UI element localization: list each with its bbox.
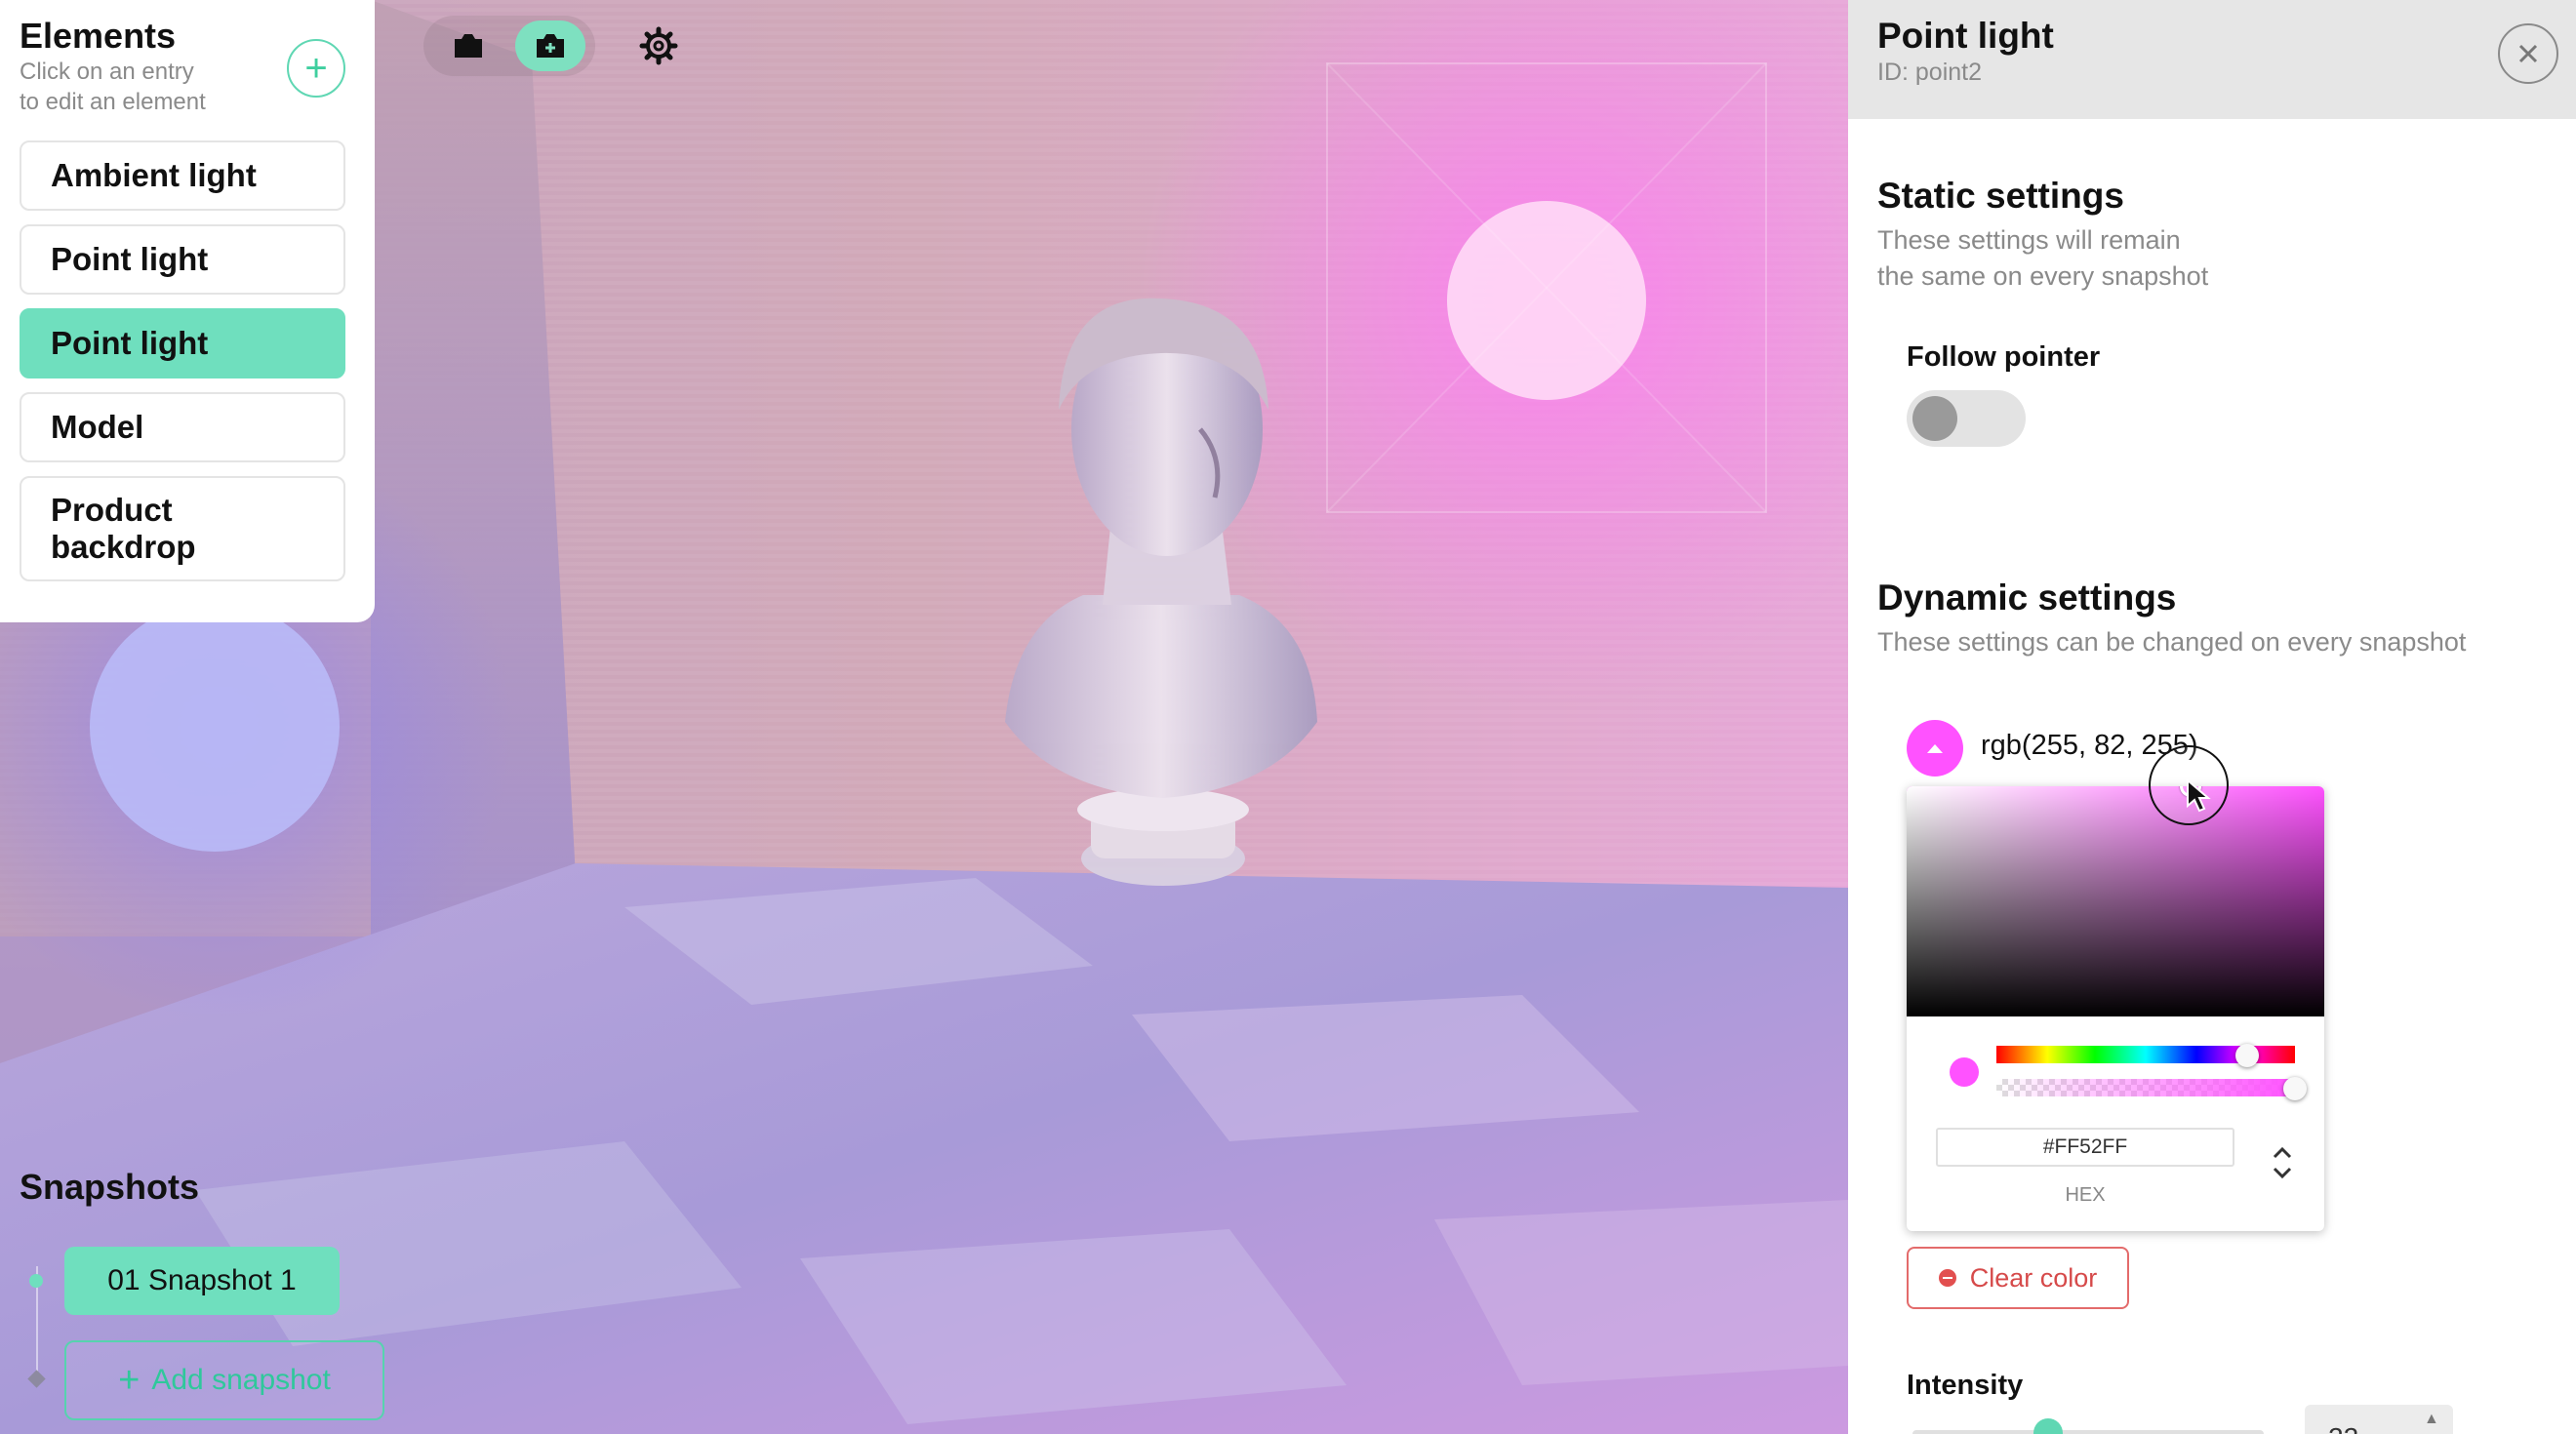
detail-title: Point light (1877, 16, 2054, 56)
color-preview (1950, 1057, 1979, 1087)
camera-button[interactable] (433, 20, 503, 71)
3d-viewport[interactable]: Elements Click on an entry to edit an el… (0, 0, 1848, 1434)
color-mode-label: HEX (2065, 1184, 2106, 1206)
color-value-text: rgb(255, 82, 255) (1981, 730, 2198, 761)
elements-panel: Elements Click on an entry to edit an el… (0, 0, 375, 622)
alpha-slider-handle[interactable] (2283, 1077, 2307, 1100)
static-settings-desc-line2: the same on every snapshot (1877, 261, 2209, 291)
element-detail-panel: Point light ID: point2 Static settings T… (1848, 0, 2576, 1434)
intensity-label: Intensity (1907, 1370, 2024, 1401)
color-picker: HEX (1907, 786, 2324, 1231)
color-swatch-button[interactable] (1907, 720, 1963, 777)
intensity-slider[interactable] (1912, 1430, 2264, 1434)
element-item-product-backdrop[interactable]: Product backdrop (20, 476, 345, 581)
remove-icon (1938, 1269, 1956, 1287)
follow-pointer-label: Follow pointer (1907, 341, 2101, 373)
clear-color-button[interactable]: Clear color (1907, 1247, 2129, 1309)
element-item-ambient-light[interactable]: Ambient light (20, 140, 345, 211)
static-settings-desc-line1: These settings will remain (1877, 225, 2181, 255)
dynamic-settings-heading: Dynamic settings (1877, 578, 2177, 617)
element-item-point-light-2[interactable]: Point light (20, 308, 345, 378)
element-item-point-light-1[interactable]: Point light (20, 224, 345, 295)
add-snapshot-label: Add snapshot (151, 1364, 331, 1396)
element-item-label: Ambient light (51, 157, 257, 193)
chevron-up-icon (1927, 744, 1943, 753)
hue-slider-handle[interactable] (2235, 1044, 2260, 1067)
close-icon (2518, 44, 2538, 63)
plus-icon: + (118, 1359, 141, 1401)
snapshot-item[interactable]: 01 Snapshot 1 (64, 1247, 340, 1315)
detail-header: Point light ID: point2 (1848, 0, 2576, 119)
add-camera-button[interactable] (515, 20, 585, 71)
chevron-up-icon[interactable]: ▲ (2424, 1411, 2439, 1428)
intensity-slider-handle[interactable] (2033, 1418, 2063, 1434)
color-mode-toggle[interactable] (2268, 1141, 2297, 1184)
chevron-up-down-icon (2273, 1146, 2292, 1179)
viewport-toolbar (423, 16, 678, 76)
follow-pointer-toggle[interactable] (1907, 390, 2026, 447)
settings-button[interactable] (636, 23, 681, 68)
element-item-label: Product backdrop (51, 492, 196, 565)
static-settings-heading: Static settings (1877, 176, 2124, 216)
element-list: Ambient light Point light Point light Mo… (20, 140, 345, 595)
camera-button-group (423, 16, 595, 76)
brightness-gradient (1907, 786, 2324, 1016)
clear-color-label: Clear color (1969, 1262, 2098, 1293)
dynamic-settings-desc: These settings can be changed on every s… (1877, 627, 2467, 657)
close-button[interactable] (2498, 23, 2558, 84)
add-element-button[interactable]: + (287, 39, 345, 98)
element-item-label: Point light (51, 241, 209, 277)
hex-input[interactable] (1936, 1128, 2234, 1167)
gear-icon (639, 26, 678, 65)
element-id: ID: point2 (1877, 59, 1983, 86)
snapshot-marker (29, 1274, 43, 1288)
element-item-label: Model (51, 409, 144, 445)
hue-slider[interactable] (1996, 1044, 2295, 1067)
saturation-brightness-area[interactable] (1907, 786, 2324, 1016)
toggle-knob (1912, 396, 1957, 441)
snapshots-title: Snapshots (20, 1167, 200, 1207)
plus-icon: + (304, 47, 328, 90)
alpha-slider[interactable] (1996, 1077, 2307, 1100)
element-item-label: Point light (51, 325, 209, 361)
camera-add-icon (537, 34, 564, 58)
add-snapshot-button[interactable]: + Add snapshot (64, 1340, 384, 1420)
camera-icon (455, 34, 482, 58)
element-item-model[interactable]: Model (20, 392, 345, 462)
